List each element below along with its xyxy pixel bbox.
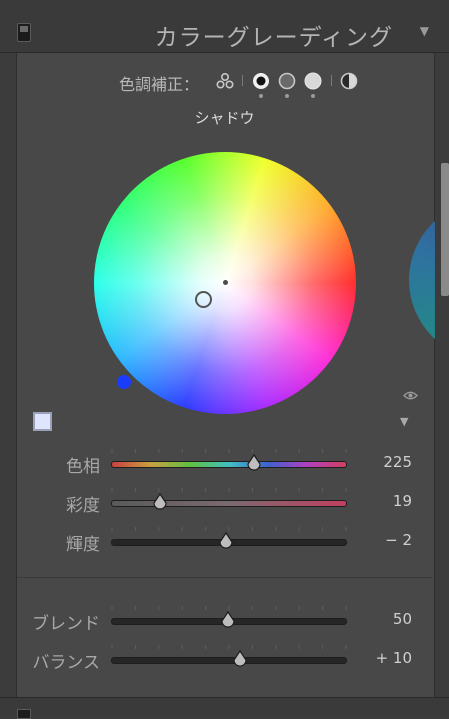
blend-label: ブレンド [32,614,100,634]
eye-icon[interactable] [403,390,418,401]
tone-selector: 色調補正： [0,69,449,109]
hue-value[interactable]: 225 [383,453,412,471]
wheel-center-dot [223,280,228,285]
hue-slider-row: 色相 225 [0,449,449,477]
tone-selector-label: 色調補正： [119,75,200,94]
midtone-tone-icon[interactable] [277,71,297,91]
slider-ticks [111,449,347,453]
section-divider [17,577,432,578]
panel-enable-toggle[interactable] [17,23,31,42]
tone-separator [242,75,243,86]
hue-slider-track[interactable] [111,461,347,468]
slider-ticks [111,488,347,492]
saturation-slider-track[interactable] [111,500,347,507]
panel-header: カラーグレーディング ▼ [0,0,449,53]
tone-separator [331,75,332,86]
luminance-slider-row: 輝度 − 2 [0,527,449,555]
blend-slider-thumb[interactable] [220,611,236,629]
slider-ticks [111,645,347,649]
luminance-value[interactable]: − 2 [385,531,412,549]
global-tone-icon[interactable] [339,71,359,91]
next-panel-header [0,697,449,715]
wheel-hue-knob[interactable] [117,375,131,389]
highlight-tone-icon[interactable] [303,71,323,91]
collapse-triangle-icon[interactable]: ▼ [420,24,429,38]
slider-ticks [111,527,347,531]
adjacent-color-wheel [409,200,435,360]
highlight-indicator-dot [311,94,315,98]
shadow-indicator-dot [259,94,263,98]
saturation-value[interactable]: 19 [393,492,412,510]
next-panel-toggle[interactable] [17,709,31,719]
panel-title[interactable]: カラーグレーディング [155,18,393,52]
color-swatch[interactable] [33,412,52,431]
balance-label: バランス [32,653,100,673]
shadow-tone-icon[interactable] [251,71,271,91]
scrollbar-thumb[interactable] [441,163,449,296]
balance-slider-row: バランス + 10 [0,645,449,673]
slider-ticks [111,606,347,610]
wheel-section-label: シャドウ [194,109,255,127]
saturation-label: 彩度 [66,496,100,516]
wheel-color-handle[interactable] [195,291,212,308]
blend-value[interactable]: 50 [393,610,412,628]
blend-slider-row: ブレンド 50 [0,606,449,634]
saturation-slider-thumb[interactable] [152,493,168,511]
luminance-slider-thumb[interactable] [218,532,234,550]
saturation-slider-row: 彩度 19 [0,488,449,516]
hue-slider-thumb[interactable] [246,454,262,472]
hue-label: 色相 [66,457,100,477]
midtone-indicator-dot [285,94,289,98]
balance-slider-track[interactable] [111,657,347,664]
three-way-view-icon[interactable] [215,71,235,91]
luminance-label: 輝度 [66,535,100,555]
expand-triangle-icon[interactable]: ▼ [400,415,408,428]
balance-value[interactable]: + 10 [376,649,412,667]
balance-slider-thumb[interactable] [232,650,248,668]
